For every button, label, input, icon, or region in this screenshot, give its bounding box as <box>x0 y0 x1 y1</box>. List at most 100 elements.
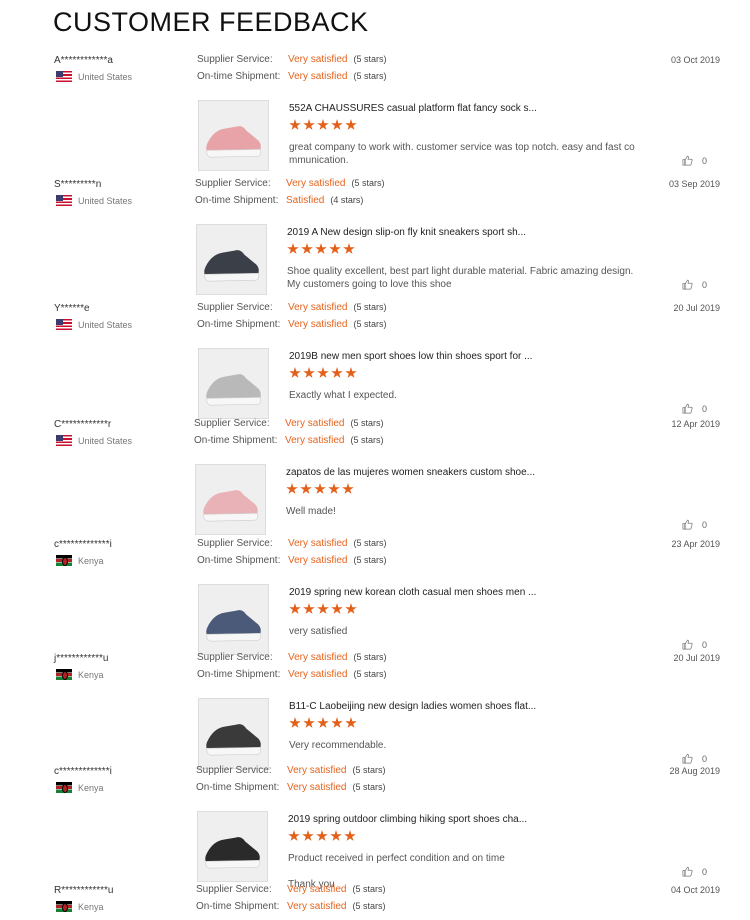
shoe-image-icon <box>199 349 268 418</box>
supplier-service-label: Supplier Service: <box>195 178 271 189</box>
shipment-label: On-time Shipment: <box>194 435 278 446</box>
country-name: United States <box>78 71 133 82</box>
review-date: 23 Apr 2019 <box>671 539 720 549</box>
review-date: 28 Aug 2019 <box>669 766 720 776</box>
shipment-value: Very satisfied <box>288 319 348 330</box>
product-title-link[interactable]: 2019B new men sport shoes low thin shoes… <box>289 351 532 362</box>
star-icon <box>344 830 356 841</box>
star-icon <box>345 367 357 378</box>
reviewer-name: C************r <box>54 419 112 430</box>
supplier-service-row: Supplier Service: Very satisfied (5 stars) <box>194 418 384 429</box>
reviewer-name: c*************i <box>54 539 112 550</box>
supplier-service-value: Very satisfied <box>287 884 347 895</box>
us-flag-icon <box>56 71 72 82</box>
like-button[interactable]: 0 <box>682 639 707 650</box>
product-title-link[interactable]: zapatos de las mujeres women sneakers cu… <box>286 467 535 478</box>
star-icon <box>303 119 315 130</box>
product-thumbnail[interactable] <box>198 348 269 419</box>
reviewer-country: Kenya <box>56 555 104 566</box>
supplier-service-label: Supplier Service: <box>196 765 272 776</box>
star-icon <box>314 483 326 494</box>
reviewer-country: Kenya <box>56 782 104 793</box>
country-name: Kenya <box>78 669 104 680</box>
star-icon <box>289 603 301 614</box>
like-button[interactable]: 0 <box>682 279 707 290</box>
star-icon <box>345 717 357 728</box>
us-flag-icon <box>56 435 72 446</box>
review-rating <box>286 483 354 495</box>
supplier-service-label: Supplier Service: <box>197 538 273 549</box>
product-title-link[interactable]: 2019 spring outdoor climbing hiking spor… <box>288 814 527 825</box>
supplier-service-stars: (5 stars) <box>352 765 386 775</box>
reviewer-name: R************u <box>54 885 114 896</box>
shipment-stars: (4 stars) <box>330 195 364 205</box>
like-button[interactable]: 0 <box>682 155 707 166</box>
supplier-service-stars: (5 stars) <box>353 302 387 312</box>
star-icon <box>331 717 343 728</box>
kenya-flag-icon <box>56 901 72 912</box>
product-title-link[interactable]: 552A CHAUSSURES casual platform flat fan… <box>289 103 537 114</box>
star-icon <box>289 119 301 130</box>
shoe-image-icon <box>196 465 265 534</box>
shipment-value: Very satisfied <box>288 555 348 566</box>
review-comment: great company to work with. customer ser… <box>289 142 635 166</box>
star-icon <box>303 717 315 728</box>
shipment-label: On-time Shipment: <box>197 71 281 82</box>
star-icon <box>302 830 314 841</box>
shipment-stars: (5 stars) <box>352 901 386 911</box>
review-date: 20 Jul 2019 <box>673 303 720 313</box>
reviewer-country: United States <box>56 319 132 330</box>
reviewer-name: A************a <box>54 55 113 66</box>
supplier-service-stars: (5 stars) <box>350 418 384 428</box>
shoe-image-icon <box>197 225 266 294</box>
shipment-label: On-time Shipment: <box>197 555 281 566</box>
reviewer-country: United States <box>56 71 132 82</box>
reviewer-country: United States <box>56 435 132 446</box>
star-icon <box>345 603 357 614</box>
product-thumbnail[interactable] <box>195 464 266 535</box>
supplier-service-row: Supplier Service: Very satisfied (5 stars) <box>197 652 387 663</box>
shipment-stars: (5 stars) <box>353 71 387 81</box>
supplier-service-row: Supplier Service: Very satisfied (5 stars) <box>195 178 385 189</box>
kenya-flag-icon <box>56 669 72 680</box>
star-icon <box>303 603 315 614</box>
country-name: Kenya <box>78 901 104 912</box>
thumbs-up-icon <box>682 519 693 530</box>
shipment-value: Very satisfied <box>287 782 347 793</box>
thumbs-up-icon <box>682 279 693 290</box>
product-thumbnail[interactable] <box>198 584 269 655</box>
product-thumbnail[interactable] <box>198 698 269 769</box>
like-button[interactable]: 0 <box>682 866 707 877</box>
review-rating <box>288 830 356 842</box>
star-icon <box>317 367 329 378</box>
shipment-stars: (5 stars) <box>353 669 387 679</box>
shipment-value: Very satisfied <box>288 71 348 82</box>
product-title-link[interactable]: B11-C Laobeijing new design ladies women… <box>289 701 536 712</box>
product-thumbnail[interactable] <box>197 811 268 882</box>
star-icon <box>331 119 343 130</box>
like-button[interactable]: 0 <box>682 753 707 764</box>
shipment-stars: (5 stars) <box>352 782 386 792</box>
product-title-link[interactable]: 2019 spring new korean cloth casual men … <box>289 587 536 598</box>
thumbs-up-icon <box>682 639 693 650</box>
supplier-service-label: Supplier Service: <box>197 302 273 313</box>
reviewer-country: United States <box>56 195 132 206</box>
like-count: 0 <box>702 519 708 530</box>
product-thumbnail[interactable] <box>198 100 269 171</box>
star-icon <box>289 367 301 378</box>
like-button[interactable]: 0 <box>682 403 707 414</box>
product-thumbnail[interactable] <box>196 224 267 295</box>
product-title-link[interactable]: 2019 A New design slip-on fly knit sneak… <box>287 227 526 238</box>
review-comment: Very recommendable. <box>289 740 387 751</box>
shipment-row: On-time Shipment: Very satisfied (5 stars) <box>194 435 384 446</box>
kenya-flag-icon <box>56 555 72 566</box>
star-icon <box>316 830 328 841</box>
page-title: CUSTOMER FEEDBACK <box>53 7 369 37</box>
shipment-row: On-time Shipment: Very satisfied (5 stars) <box>197 555 387 566</box>
like-count: 0 <box>702 866 708 877</box>
like-button[interactable]: 0 <box>682 519 707 530</box>
review-date: 20 Jul 2019 <box>673 653 720 663</box>
reviewer-name: j************u <box>54 653 109 664</box>
thumbs-up-icon <box>682 753 693 764</box>
shipment-value: Very satisfied <box>285 435 345 446</box>
